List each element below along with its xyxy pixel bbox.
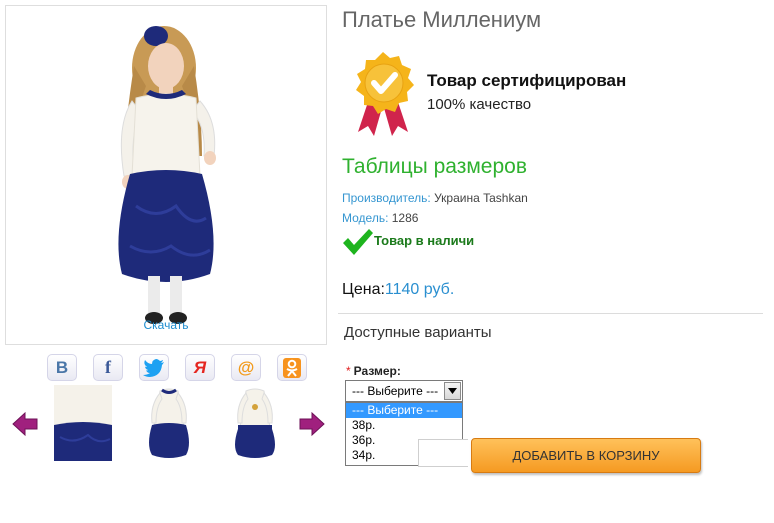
thumbnail-1[interactable]	[54, 385, 112, 461]
required-mark: *	[346, 364, 351, 378]
odnoklassniki-icon	[283, 357, 301, 378]
yandex-icon: Я	[193, 357, 207, 377]
size-select[interactable]: --- Выберите ---	[345, 380, 463, 402]
vk-share-button[interactable]: B	[47, 354, 77, 381]
download-link[interactable]: Скачать	[6, 318, 326, 332]
twitter-share-button[interactable]	[139, 354, 169, 381]
size-label-text: Размер:	[353, 364, 401, 378]
size-option[interactable]: --- Выберите ---	[346, 403, 462, 418]
size-option[interactable]: 38р.	[346, 418, 462, 433]
yandex-share-button[interactable]: Я	[185, 354, 215, 381]
add-to-cart-button[interactable]: ДОБАВИТЬ В КОРЗИНУ	[471, 438, 701, 473]
certified-badge-icon	[356, 52, 414, 136]
certificate-subtitle: 100% качество	[427, 96, 532, 113]
facebook-icon: f	[105, 357, 111, 377]
manufacturer-value: Украина Tashkan	[430, 191, 528, 205]
mail-ru-share-button[interactable]: @	[231, 354, 261, 381]
vk-icon: B	[55, 357, 69, 377]
carousel-prev-arrow-icon[interactable]	[12, 411, 38, 437]
chevron-down-icon[interactable]	[444, 382, 461, 400]
quantity-input[interactable]	[418, 439, 468, 467]
thumbnail-2[interactable]	[140, 385, 198, 461]
twitter-icon	[143, 358, 164, 377]
odnoklassniki-share-button[interactable]	[277, 354, 307, 381]
main-product-image[interactable]: Скачать	[5, 5, 327, 345]
price-value: 1140 руб.	[384, 281, 455, 298]
size-table-link[interactable]: Таблицы размеров	[342, 155, 527, 179]
options-heading: Доступные варианты	[344, 324, 492, 341]
price-label: Цена:	[342, 281, 385, 298]
price-row: Цена:1140 руб.	[342, 281, 454, 299]
mail-ru-icon: @	[237, 357, 255, 377]
facebook-share-button[interactable]: f	[93, 354, 123, 381]
size-select-value: --- Выберите ---	[352, 384, 439, 398]
thumbnail-3[interactable]	[226, 385, 284, 461]
product-photo	[118, 26, 216, 324]
manufacturer-label[interactable]: Производитель:	[342, 191, 431, 205]
stock-status: Товар в наличи	[374, 233, 475, 248]
certificate-title: Товар сертифицирован	[427, 71, 627, 90]
model-label: Модель:	[342, 211, 389, 225]
manufacturer-line: Производитель: Украина Tashkan	[342, 191, 528, 205]
model-line: Модель: 1286	[342, 211, 418, 225]
in-stock-check-icon	[343, 229, 373, 255]
carousel-next-arrow-icon[interactable]	[299, 411, 325, 437]
model-value: 1286	[388, 211, 419, 225]
size-option-label: * Размер:	[346, 364, 401, 378]
product-title: Платье Миллениум	[342, 7, 542, 32]
divider	[338, 313, 763, 314]
